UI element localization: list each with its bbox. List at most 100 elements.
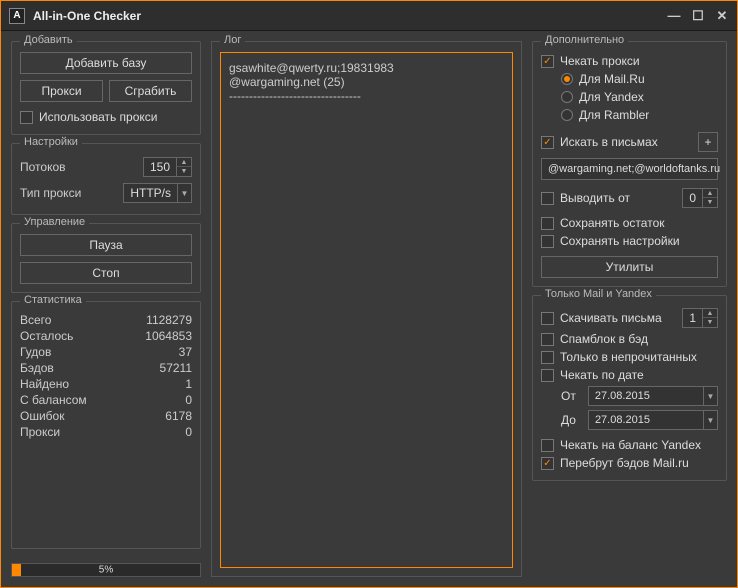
add-mask-button[interactable]: +: [698, 132, 718, 152]
close-button[interactable]: ✕: [715, 9, 729, 23]
group-extra-title: Дополнительно: [541, 34, 628, 46]
threads-spinner[interactable]: 150 ▲ ▼: [143, 157, 192, 177]
save-rest-checkbox[interactable]: Сохранять остаток: [541, 214, 718, 232]
check-proxy-label: Чекать прокси: [560, 54, 640, 68]
output-from-checkbox[interactable]: Выводить от: [541, 189, 676, 207]
group-stats: Статистика Всего1128279Осталось1064853Гу…: [11, 301, 201, 549]
log-output[interactable]: gsawhite@qwerty.ru;19831983 @wargaming.n…: [220, 52, 513, 568]
check-balance-yandex-checkbox[interactable]: Чекать на баланс Yandex: [541, 436, 718, 454]
spinner-up-icon[interactable]: ▲: [703, 309, 717, 318]
date-from-label: От: [561, 389, 576, 403]
checkbox-icon: ✓: [541, 55, 554, 68]
save-settings-label: Сохранять настройки: [560, 234, 680, 248]
window-title: All-in-One Checker: [33, 9, 667, 23]
stats-label: Всего: [20, 313, 51, 327]
download-letters-label: Скачивать письма: [560, 311, 662, 325]
stats-label: Найдено: [20, 377, 69, 391]
stats-value: 1: [185, 377, 192, 391]
check-date-label: Чекать по дате: [560, 368, 644, 382]
proxy-button[interactable]: Прокси: [20, 80, 103, 102]
grab-button[interactable]: Сграбить: [109, 80, 192, 102]
threads-label: Потоков: [20, 160, 66, 174]
search-mails-checkbox[interactable]: ✓ Искать в письмах: [541, 133, 692, 151]
group-add: Добавить Добавить базу Прокси Сграбить И…: [11, 41, 201, 135]
stats-row: Ошибок6178: [20, 408, 192, 424]
date-to-label: До: [561, 413, 576, 427]
progress-label: 5%: [99, 565, 113, 576]
add-base-button[interactable]: Добавить базу: [20, 52, 192, 74]
pause-button[interactable]: Пауза: [20, 234, 192, 256]
group-mailyandex: Только Mail и Yandex Скачивать письма 1 …: [532, 295, 727, 481]
utilities-button[interactable]: Утилиты: [541, 256, 718, 278]
proxy-type-combo[interactable]: HTTP/s ▼: [123, 183, 192, 203]
stop-button[interactable]: Стоп: [20, 262, 192, 284]
download-letters-checkbox[interactable]: Скачивать письма: [541, 309, 676, 327]
date-from-combo[interactable]: 27.08.2015 ▼: [588, 386, 718, 406]
progress-fill: [12, 564, 21, 576]
spinner-up-icon[interactable]: ▲: [177, 158, 191, 167]
checkbox-icon: ✓: [541, 136, 554, 149]
download-letters-spinner[interactable]: 1 ▲ ▼: [682, 308, 718, 328]
checkbox-icon: [541, 192, 554, 205]
output-from-spinner[interactable]: 0 ▲ ▼: [682, 188, 718, 208]
group-stats-title: Статистика: [20, 294, 86, 306]
radio-yandex[interactable]: Для Yandex: [541, 88, 718, 106]
group-extra: Дополнительно ✓ Чекать прокси Для Mail.R…: [532, 41, 727, 287]
unread-only-label: Только в непрочитанных: [560, 350, 697, 364]
check-proxy-checkbox[interactable]: ✓ Чекать прокси: [541, 52, 718, 70]
date-from-value: 27.08.2015: [589, 390, 703, 402]
date-to-value: 27.08.2015: [589, 414, 703, 426]
radio-icon: [561, 73, 573, 85]
output-from-value: 0: [683, 191, 702, 205]
stats-value: 0: [185, 425, 192, 439]
stats-list: Всего1128279Осталось1064853Гудов37Бэдов5…: [20, 312, 192, 440]
group-mailyandex-title: Только Mail и Yandex: [541, 288, 656, 300]
check-date-checkbox[interactable]: Чекать по дате: [541, 366, 718, 384]
content: Добавить Добавить базу Прокси Сграбить И…: [1, 31, 737, 587]
stats-label: Гудов: [20, 345, 51, 359]
proxy-type-label: Тип прокси: [20, 186, 81, 200]
chevron-down-icon[interactable]: ▼: [703, 387, 717, 405]
spinner-down-icon[interactable]: ▼: [703, 318, 717, 327]
spinner-up-icon[interactable]: ▲: [703, 189, 717, 198]
save-settings-checkbox[interactable]: Сохранять настройки: [541, 232, 718, 250]
download-letters-value: 1: [683, 311, 702, 325]
radio-rambler[interactable]: Для Rambler: [541, 106, 718, 124]
minimize-button[interactable]: —: [667, 9, 681, 23]
use-proxy-checkbox[interactable]: Использовать прокси: [20, 108, 192, 126]
app-window: A All-in-One Checker — ☐ ✕ Добавить Доба…: [0, 0, 738, 588]
spinner-down-icon[interactable]: ▼: [703, 198, 717, 207]
date-to-combo[interactable]: 27.08.2015 ▼: [588, 410, 718, 430]
search-mask-input[interactable]: @wargaming.net;@worldoftanks.ru: [541, 158, 718, 180]
stats-row: Найдено 1: [20, 376, 192, 392]
unread-only-checkbox[interactable]: Только в непрочитанных: [541, 348, 718, 366]
mid-column: Лог gsawhite@qwerty.ru;19831983 @wargami…: [211, 41, 522, 577]
spinner-down-icon[interactable]: ▼: [177, 167, 191, 176]
chevron-down-icon[interactable]: ▼: [703, 411, 717, 429]
checkbox-icon: [541, 217, 554, 230]
use-proxy-label: Использовать прокси: [39, 110, 158, 124]
spamblock-label: Спамблок в бэд: [560, 332, 648, 346]
radio-mailru[interactable]: Для Mail.Ru: [541, 70, 718, 88]
app-icon: A: [9, 8, 25, 24]
maximize-button[interactable]: ☐: [691, 9, 705, 23]
threads-value: 150: [144, 160, 176, 174]
checkbox-icon: [541, 235, 554, 248]
group-settings: Настройки Потоков 150 ▲ ▼ Тип прокси HTT…: [11, 143, 201, 215]
spamblock-checkbox[interactable]: Спамблок в бэд: [541, 330, 718, 348]
rebrute-bad-mail-checkbox[interactable]: ✓ Перебрут бэдов Mail.ru: [541, 454, 718, 472]
chevron-down-icon[interactable]: ▼: [177, 184, 191, 202]
stats-value: 0: [185, 393, 192, 407]
group-settings-title: Настройки: [20, 136, 82, 148]
group-control-title: Управление: [20, 216, 89, 228]
save-rest-label: Сохранять остаток: [560, 216, 665, 230]
stats-value: 1064853: [145, 329, 192, 343]
radio-icon: [561, 109, 573, 121]
titlebar: A All-in-One Checker — ☐ ✕: [1, 1, 737, 31]
stats-value: 37: [179, 345, 192, 359]
radio-icon: [561, 91, 573, 103]
group-log: Лог gsawhite@qwerty.ru;19831983 @wargami…: [211, 41, 522, 577]
checkbox-icon: [541, 333, 554, 346]
left-column: Добавить Добавить базу Прокси Сграбить И…: [11, 41, 201, 577]
output-from-label: Выводить от: [560, 191, 630, 205]
